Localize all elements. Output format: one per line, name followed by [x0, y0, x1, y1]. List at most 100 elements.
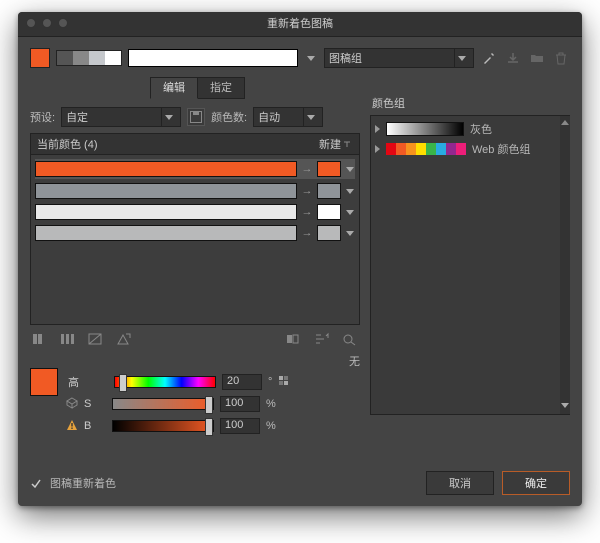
color-count-value: 自动 — [258, 109, 303, 125]
color-groups-list: 灰色 Web — [370, 115, 570, 415]
map-arrow-icon: → — [301, 185, 313, 197]
color-count-select[interactable]: 自动 — [253, 107, 323, 127]
current-colors-panel: → → → — [30, 155, 360, 325]
group-row-gray[interactable]: 灰色 — [375, 120, 565, 138]
new-swatch-3[interactable] — [317, 225, 341, 241]
color-groups-label: 颜色组 — [372, 95, 570, 111]
colors-label: 颜色数: — [211, 109, 247, 125]
new-row-icon[interactable] — [114, 331, 134, 347]
new-swatch-0[interactable] — [317, 161, 341, 177]
sat-slider[interactable] — [112, 398, 214, 410]
minimize-dot[interactable] — [42, 18, 52, 28]
disclosure-icon[interactable] — [375, 125, 380, 133]
group-name-field[interactable] — [128, 49, 298, 67]
tab-edit[interactable]: 编辑 — [150, 77, 198, 99]
artwork-group-value: 图稿组 — [329, 50, 454, 66]
ok-button[interactable]: 确定 — [502, 471, 570, 495]
randomize-sat-icon[interactable] — [340, 331, 360, 347]
find-field-icon[interactable] — [284, 331, 304, 347]
sat-field[interactable]: 100 — [220, 396, 260, 412]
bri-field[interactable]: 100 — [220, 418, 260, 434]
color-bar-2[interactable] — [35, 204, 297, 220]
sat-label: S — [84, 398, 94, 410]
left-column: 编辑 指定 预设: 自定 颜色数: 自动 — [30, 77, 360, 477]
randomize-order-icon[interactable] — [312, 331, 332, 347]
group-row-web[interactable]: Web 颜色组 — [375, 140, 565, 158]
eyedropper-icon[interactable] — [480, 49, 498, 67]
artwork-color-strip[interactable] — [56, 50, 122, 66]
gray-gradient-strip — [386, 122, 464, 136]
footer: 图稿重新着色 取消 确定 — [30, 471, 570, 495]
separate-rows-icon[interactable] — [58, 331, 78, 347]
swatch-menu-2[interactable] — [345, 210, 355, 215]
hsb-area: 高 20 ° S — [30, 373, 360, 435]
folder-icon[interactable] — [528, 49, 546, 67]
selected-color-swatch[interactable] — [30, 368, 58, 396]
artwork-color-swatch[interactable] — [30, 48, 50, 68]
save-group-icon[interactable] — [504, 49, 522, 67]
web-color-strip — [386, 143, 466, 155]
swatch-menu-3[interactable] — [345, 231, 355, 236]
scroll-up-icon[interactable] — [561, 120, 569, 125]
zoom-dot[interactable] — [58, 18, 68, 28]
new-swatch-1[interactable] — [317, 183, 341, 199]
color-row-1[interactable]: → — [35, 182, 355, 200]
group-name-dropdown-icon[interactable] — [307, 56, 315, 61]
map-arrow-icon: → — [301, 206, 313, 218]
color-bar-3[interactable] — [35, 225, 297, 241]
dialog-body: 图稿组 编辑 指定 — [18, 37, 582, 507]
hue-thumb[interactable] — [119, 374, 127, 392]
hue-field[interactable]: 20 — [222, 374, 262, 390]
check-icon[interactable] — [30, 478, 40, 488]
swatch-menu-0[interactable] — [345, 167, 355, 172]
color-row-0[interactable]: → — [35, 159, 355, 179]
color-bar-1[interactable] — [35, 183, 297, 199]
bri-slider[interactable] — [112, 420, 214, 432]
scroll-down-icon[interactable] — [561, 403, 569, 408]
color-row-2[interactable]: → — [35, 203, 355, 221]
pct-unit: % — [266, 398, 276, 410]
cancel-button[interactable]: 取消 — [426, 471, 494, 495]
color-row-3[interactable]: → — [35, 224, 355, 242]
new-swatch-2[interactable] — [317, 204, 341, 220]
map-arrow-icon: → — [301, 163, 313, 175]
preset-row: 预设: 自定 颜色数: 自动 — [30, 107, 360, 127]
mode-tabs: 编辑 指定 — [150, 77, 360, 99]
titlebar: 重新着色图稿 — [18, 12, 582, 37]
disclosure-icon[interactable] — [375, 145, 380, 153]
tab-assign[interactable]: 指定 — [198, 77, 245, 99]
map-arrow-icon: → — [301, 227, 313, 239]
pct-unit: % — [266, 420, 276, 432]
hue-label: 高 — [68, 374, 78, 390]
bri-thumb[interactable] — [205, 418, 213, 436]
window-title: 重新着色图稿 — [267, 18, 333, 30]
groups-scrollbar[interactable] — [560, 116, 570, 414]
window-controls — [26, 18, 68, 28]
artwork-group-select[interactable]: 图稿组 — [324, 48, 474, 68]
hue-slider[interactable] — [114, 376, 216, 388]
preset-select[interactable]: 自定 — [61, 107, 181, 127]
hue-row: 高 20 ° — [30, 373, 360, 391]
top-row: 图稿组 — [30, 47, 570, 69]
bri-row: B 100 % — [30, 417, 360, 435]
trash-icon[interactable] — [552, 49, 570, 67]
color-bar-0[interactable] — [35, 161, 297, 177]
sat-thumb[interactable] — [205, 396, 213, 414]
bri-label: B — [84, 420, 94, 432]
recolor-artwork-check-label[interactable]: 图稿重新着色 — [50, 475, 116, 491]
swatch-menu-1[interactable] — [345, 189, 355, 194]
degree-unit: ° — [268, 376, 272, 388]
current-colors-label: 当前颜色 (4) — [37, 136, 98, 152]
preset-options-icon[interactable] — [187, 108, 205, 126]
sort-icon[interactable] — [341, 138, 353, 150]
recolor-artwork-dialog: 重新着色图稿 图稿组 — [18, 12, 582, 506]
group-name-web: Web 颜色组 — [472, 141, 530, 157]
preset-label: 预设: — [30, 109, 55, 125]
exclude-row-icon[interactable] — [86, 331, 106, 347]
preset-value: 自定 — [66, 109, 161, 125]
merge-rows-icon[interactable] — [30, 331, 50, 347]
right-column: 颜色组 灰色 — [370, 77, 570, 477]
close-dot[interactable] — [26, 18, 36, 28]
color-mode-icon[interactable] — [278, 375, 292, 389]
warning-icon — [66, 419, 80, 433]
